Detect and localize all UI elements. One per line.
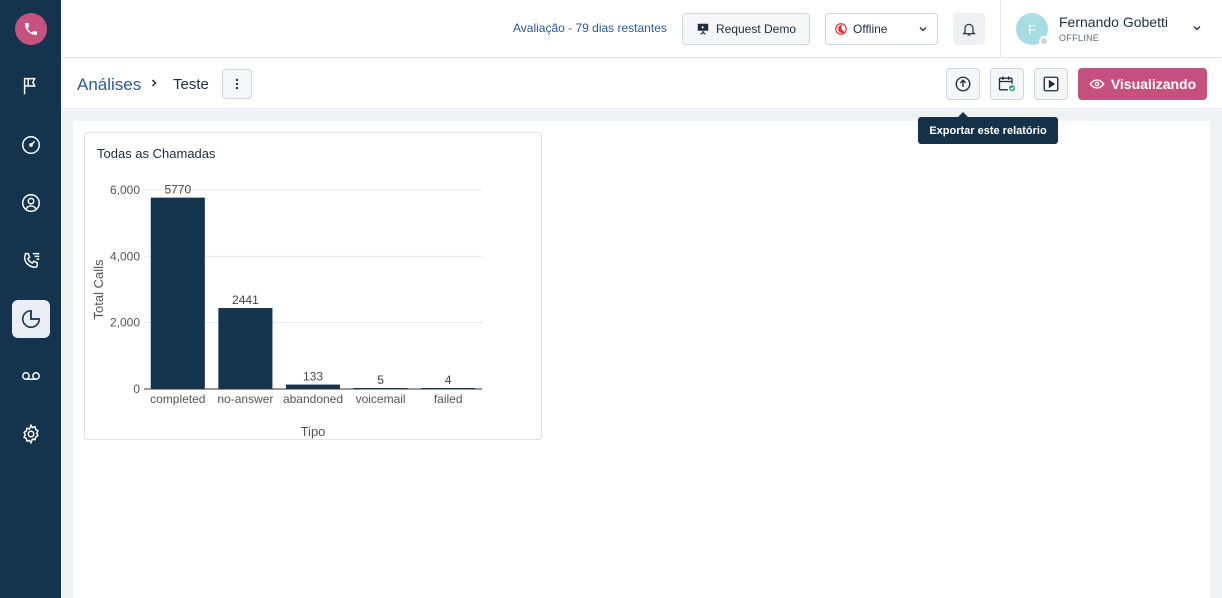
kebab-menu-icon	[235, 78, 239, 90]
x-tick-label: voicemail	[356, 392, 406, 406]
bar-value-label: 5770	[164, 183, 191, 197]
app-logo[interactable]	[15, 13, 47, 45]
y-tick-label: 2,000	[110, 316, 140, 330]
report-menu-button[interactable]	[222, 69, 252, 99]
sidebar-item-contacts[interactable]	[12, 184, 50, 222]
x-tick-label: completed	[150, 392, 205, 406]
sidebar-item-campaigns[interactable]	[12, 67, 50, 105]
avatar[interactable]: F	[1016, 13, 1049, 46]
user-menu-chevron-icon[interactable]	[1191, 22, 1203, 34]
export-report-button[interactable]	[946, 68, 980, 100]
y-tick-label: 4,000	[110, 249, 140, 263]
sidebar-item-calls[interactable]	[12, 242, 50, 280]
viewing-mode-label: Visualizando	[1110, 76, 1197, 92]
x-tick-label: no-answer	[217, 392, 273, 406]
presence-dot	[1039, 36, 1049, 46]
offline-moon-icon	[835, 23, 847, 35]
chevron-down-icon	[919, 27, 927, 32]
bar	[285, 384, 341, 389]
request-demo-label: Request Demo	[715, 22, 797, 36]
present-report-button[interactable]	[1034, 68, 1068, 100]
sidebar-item-reports[interactable]	[12, 300, 50, 338]
presentation-icon	[697, 23, 709, 35]
avatar-initial: F	[1028, 21, 1036, 37]
bar-value-label: 4	[445, 373, 452, 387]
chevron-right-icon	[151, 79, 157, 87]
trial-notice[interactable]: Avaliação - 79 dias restantes	[513, 21, 667, 35]
voicemail-icon	[22, 372, 40, 380]
top-bar: Avaliação - 79 dias restantes Request De…	[61, 0, 1222, 58]
flag-icon	[23, 77, 36, 95]
eye-icon	[1089, 79, 1105, 89]
user-name[interactable]: Fernando Gobetti	[1059, 14, 1168, 30]
agent-status-select[interactable]: Offline	[825, 13, 938, 45]
export-tooltip: Exportar este relatório	[918, 112, 1058, 144]
calendar-check-icon	[998, 76, 1017, 93]
bar-chart: 0 2,000 4,000 6,000 5770 completed 2441 no-answ…	[91, 183, 482, 439]
x-tick-label: abandoned	[283, 392, 343, 406]
bar	[218, 308, 273, 389]
play-icon	[1043, 76, 1059, 92]
report-header: Análises Teste Visualizando	[61, 59, 1222, 109]
bar-value-label: 133	[303, 370, 323, 384]
breadcrumb-current: Teste	[173, 76, 209, 93]
schedule-report-button[interactable]	[990, 68, 1024, 100]
gear-icon	[23, 423, 39, 445]
phone-logo-icon	[25, 23, 37, 35]
export-icon	[955, 76, 971, 92]
sidebar	[0, 0, 61, 598]
y-axis-title: Total Calls	[91, 259, 106, 319]
y-tick-label: 6,000	[110, 183, 140, 197]
chart-card[interactable]: Todas as Chamadas 0 2,000 4,000 6,000 5770 co…	[84, 132, 542, 440]
bell-icon	[962, 23, 976, 36]
user-status: OFFLINE	[1059, 33, 1100, 43]
breadcrumb-root-link[interactable]: Análises	[77, 75, 141, 95]
sidebar-item-voicemail[interactable]	[12, 357, 50, 395]
phone-list-icon	[23, 252, 40, 268]
bar-value-label: 2441	[232, 293, 259, 307]
agent-status-value: Offline	[853, 22, 888, 36]
x-axis-title: Tipo	[301, 424, 326, 439]
topbar-divider	[1000, 0, 1001, 58]
bar	[150, 197, 205, 389]
viewing-mode-button[interactable]: Visualizando	[1078, 68, 1207, 100]
sidebar-item-dashboard[interactable]	[12, 126, 50, 164]
notifications-button[interactable]	[953, 13, 985, 45]
bar-value-label: 5	[377, 373, 384, 387]
user-circle-icon	[22, 194, 40, 212]
sidebar-item-settings[interactable]	[12, 415, 50, 453]
request-demo-button[interactable]: Request Demo	[682, 13, 810, 45]
y-tick-label: 0	[133, 382, 140, 396]
x-tick-label: failed	[434, 392, 463, 406]
speedometer-icon	[22, 136, 40, 154]
pie-chart-icon	[22, 309, 41, 328]
